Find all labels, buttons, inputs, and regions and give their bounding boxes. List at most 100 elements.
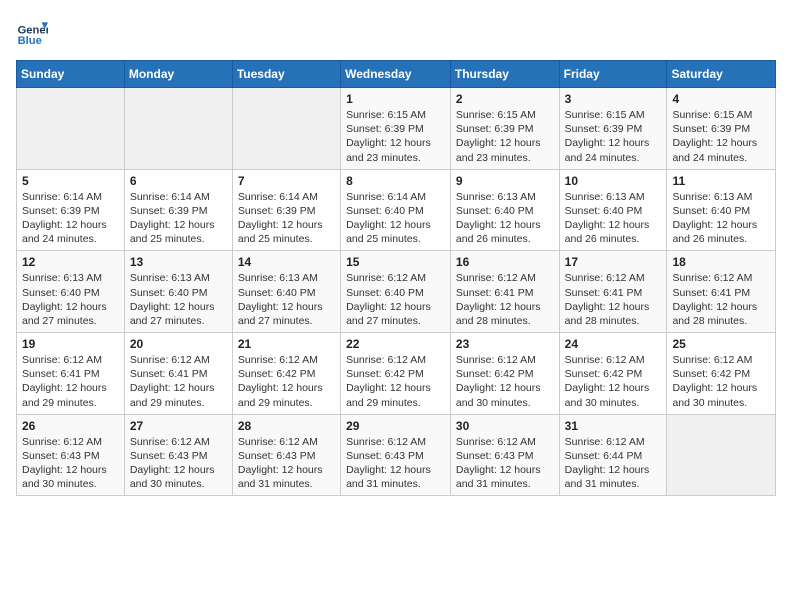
day-number: 31: [565, 419, 662, 433]
day-info: Sunrise: 6:12 AM Sunset: 6:42 PM Dayligh…: [346, 353, 445, 410]
day-cell: 1 Sunrise: 6:15 AM Sunset: 6:39 PM Daylig…: [341, 88, 451, 170]
day-cell: 29 Sunrise: 6:12 AM Sunset: 6:43 PM Dayli…: [341, 414, 451, 496]
day-info: Sunrise: 6:12 AM Sunset: 6:44 PM Dayligh…: [565, 435, 662, 492]
day-info: Sunrise: 6:12 AM Sunset: 6:42 PM Dayligh…: [238, 353, 335, 410]
day-cell: [124, 88, 232, 170]
weekday-header-monday: Monday: [124, 61, 232, 88]
day-number: 2: [456, 92, 554, 106]
day-info: Sunrise: 6:14 AM Sunset: 6:39 PM Dayligh…: [22, 190, 119, 247]
svg-text:Blue: Blue: [18, 35, 42, 47]
day-cell: 21 Sunrise: 6:12 AM Sunset: 6:42 PM Dayli…: [232, 333, 340, 415]
day-cell: 18Sunrise: 6:12 AM Sunset: 6:41 PM Dayli…: [667, 251, 776, 333]
day-number: 10: [565, 174, 662, 188]
weekday-header-tuesday: Tuesday: [232, 61, 340, 88]
day-number: 24: [565, 337, 662, 351]
day-info: Sunrise: 6:15 AM Sunset: 6:39 PM Dayligh…: [456, 108, 554, 165]
day-cell: 11 Sunrise: 6:13 AM Sunset: 6:40 PM Dayli…: [667, 169, 776, 251]
day-cell: 28 Sunrise: 6:12 AM Sunset: 6:43 PM Dayli…: [232, 414, 340, 496]
week-row-4: 19Sunrise: 6:12 AM Sunset: 6:41 PM Dayli…: [17, 333, 776, 415]
day-number: 29: [346, 419, 445, 433]
week-row-5: 26 Sunrise: 6:12 AM Sunset: 6:43 PM Dayli…: [17, 414, 776, 496]
day-number: 26: [22, 419, 119, 433]
day-cell: 31 Sunrise: 6:12 AM Sunset: 6:44 PM Dayli…: [559, 414, 667, 496]
day-number: 9: [456, 174, 554, 188]
week-row-3: 12Sunrise: 6:13 AM Sunset: 6:40 PM Dayli…: [17, 251, 776, 333]
day-cell: 30Sunrise: 6:12 AM Sunset: 6:43 PM Dayli…: [450, 414, 559, 496]
day-info: Sunrise: 6:13 AM Sunset: 6:40 PM Dayligh…: [672, 190, 770, 247]
calendar-header: SundayMondayTuesdayWednesdayThursdayFrid…: [17, 61, 776, 88]
day-cell: [667, 414, 776, 496]
day-number: 17: [565, 255, 662, 269]
logo-icon: General Blue: [16, 16, 48, 48]
day-cell: 5 Sunrise: 6:14 AM Sunset: 6:39 PM Daylig…: [17, 169, 125, 251]
day-info: Sunrise: 6:13 AM Sunset: 6:40 PM Dayligh…: [565, 190, 662, 247]
day-cell: 3 Sunrise: 6:15 AM Sunset: 6:39 PM Daylig…: [559, 88, 667, 170]
day-number: 20: [130, 337, 227, 351]
day-info: Sunrise: 6:12 AM Sunset: 6:42 PM Dayligh…: [456, 353, 554, 410]
day-number: 13: [130, 255, 227, 269]
day-info: Sunrise: 6:15 AM Sunset: 6:39 PM Dayligh…: [346, 108, 445, 165]
day-info: Sunrise: 6:12 AM Sunset: 6:41 PM Dayligh…: [456, 271, 554, 328]
day-cell: [17, 88, 125, 170]
day-cell: 7 Sunrise: 6:14 AM Sunset: 6:39 PM Daylig…: [232, 169, 340, 251]
day-cell: 20Sunrise: 6:12 AM Sunset: 6:41 PM Dayli…: [124, 333, 232, 415]
day-number: 16: [456, 255, 554, 269]
day-info: Sunrise: 6:12 AM Sunset: 6:43 PM Dayligh…: [346, 435, 445, 492]
day-cell: 2 Sunrise: 6:15 AM Sunset: 6:39 PM Daylig…: [450, 88, 559, 170]
day-info: Sunrise: 6:14 AM Sunset: 6:39 PM Dayligh…: [238, 190, 335, 247]
day-info: Sunrise: 6:12 AM Sunset: 6:41 PM Dayligh…: [565, 271, 662, 328]
day-cell: 10 Sunrise: 6:13 AM Sunset: 6:40 PM Dayli…: [559, 169, 667, 251]
day-info: Sunrise: 6:12 AM Sunset: 6:40 PM Dayligh…: [346, 271, 445, 328]
day-cell: [232, 88, 340, 170]
day-info: Sunrise: 6:15 AM Sunset: 6:39 PM Dayligh…: [565, 108, 662, 165]
day-info: Sunrise: 6:14 AM Sunset: 6:39 PM Dayligh…: [130, 190, 227, 247]
day-info: Sunrise: 6:12 AM Sunset: 6:43 PM Dayligh…: [22, 435, 119, 492]
weekday-header-sunday: Sunday: [17, 61, 125, 88]
day-info: Sunrise: 6:13 AM Sunset: 6:40 PM Dayligh…: [238, 271, 335, 328]
calendar-body: 1 Sunrise: 6:15 AM Sunset: 6:39 PM Daylig…: [17, 88, 776, 496]
day-cell: 6 Sunrise: 6:14 AM Sunset: 6:39 PM Daylig…: [124, 169, 232, 251]
day-number: 28: [238, 419, 335, 433]
day-cell: 9 Sunrise: 6:13 AM Sunset: 6:40 PM Daylig…: [450, 169, 559, 251]
day-cell: 23Sunrise: 6:12 AM Sunset: 6:42 PM Dayli…: [450, 333, 559, 415]
day-number: 22: [346, 337, 445, 351]
day-cell: 27 Sunrise: 6:12 AM Sunset: 6:43 PM Dayli…: [124, 414, 232, 496]
day-info: Sunrise: 6:13 AM Sunset: 6:40 PM Dayligh…: [22, 271, 119, 328]
day-cell: 13 Sunrise: 6:13 AM Sunset: 6:40 PM Dayli…: [124, 251, 232, 333]
calendar-table: SundayMondayTuesdayWednesdayThursdayFrid…: [16, 60, 776, 496]
weekday-header-saturday: Saturday: [667, 61, 776, 88]
day-info: Sunrise: 6:12 AM Sunset: 6:43 PM Dayligh…: [130, 435, 227, 492]
day-cell: 24 Sunrise: 6:12 AM Sunset: 6:42 PM Dayli…: [559, 333, 667, 415]
day-info: Sunrise: 6:13 AM Sunset: 6:40 PM Dayligh…: [456, 190, 554, 247]
day-number: 19: [22, 337, 119, 351]
day-number: 3: [565, 92, 662, 106]
day-number: 21: [238, 337, 335, 351]
day-number: 27: [130, 419, 227, 433]
day-info: Sunrise: 6:12 AM Sunset: 6:43 PM Dayligh…: [238, 435, 335, 492]
day-number: 7: [238, 174, 335, 188]
day-info: Sunrise: 6:14 AM Sunset: 6:40 PM Dayligh…: [346, 190, 445, 247]
day-number: 5: [22, 174, 119, 188]
day-number: 15: [346, 255, 445, 269]
day-info: Sunrise: 6:12 AM Sunset: 6:41 PM Dayligh…: [672, 271, 770, 328]
page-header: General Blue: [16, 16, 776, 48]
day-number: 6: [130, 174, 227, 188]
week-row-1: 1 Sunrise: 6:15 AM Sunset: 6:39 PM Daylig…: [17, 88, 776, 170]
day-number: 11: [672, 174, 770, 188]
day-info: Sunrise: 6:12 AM Sunset: 6:42 PM Dayligh…: [565, 353, 662, 410]
day-number: 30: [456, 419, 554, 433]
day-cell: 26 Sunrise: 6:12 AM Sunset: 6:43 PM Dayli…: [17, 414, 125, 496]
day-number: 1: [346, 92, 445, 106]
day-cell: 12Sunrise: 6:13 AM Sunset: 6:40 PM Dayli…: [17, 251, 125, 333]
day-cell: 4Sunrise: 6:15 AM Sunset: 6:39 PM Daylig…: [667, 88, 776, 170]
day-info: Sunrise: 6:13 AM Sunset: 6:40 PM Dayligh…: [130, 271, 227, 328]
weekday-header-wednesday: Wednesday: [341, 61, 451, 88]
day-info: Sunrise: 6:12 AM Sunset: 6:42 PM Dayligh…: [672, 353, 770, 410]
day-cell: 22 Sunrise: 6:12 AM Sunset: 6:42 PM Dayli…: [341, 333, 451, 415]
day-number: 4: [672, 92, 770, 106]
logo: General Blue: [16, 16, 48, 48]
day-cell: 25Sunrise: 6:12 AM Sunset: 6:42 PM Dayli…: [667, 333, 776, 415]
day-cell: 19Sunrise: 6:12 AM Sunset: 6:41 PM Dayli…: [17, 333, 125, 415]
weekday-header-friday: Friday: [559, 61, 667, 88]
day-cell: 8Sunrise: 6:14 AM Sunset: 6:40 PM Daylig…: [341, 169, 451, 251]
